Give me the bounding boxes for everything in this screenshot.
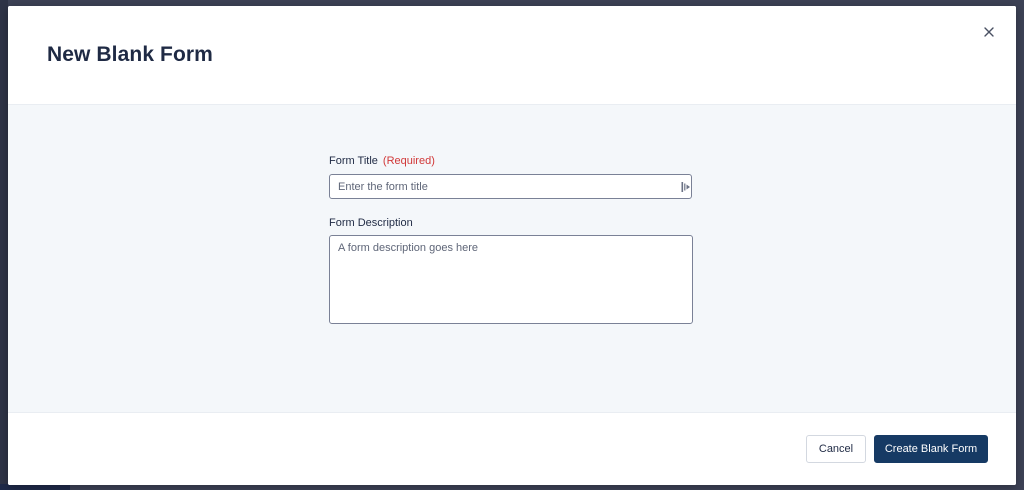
create-blank-form-button[interactable]: Create Blank Form (874, 435, 988, 463)
dialog-footer: Cancel Create Blank Form (8, 412, 1016, 485)
dialog-header: New Blank Form (8, 6, 1016, 105)
dialog-body: Form Title (Required) Form Description (8, 105, 1016, 412)
form-description-textarea[interactable] (329, 235, 693, 324)
close-button[interactable] (980, 23, 998, 41)
dialog-title: New Blank Form (47, 43, 213, 66)
page-backdrop (0, 0, 8, 490)
form-title-label: Form Title (Required) (329, 155, 435, 167)
cancel-button[interactable]: Cancel (806, 435, 866, 463)
new-blank-form-dialog: New Blank Form Form Title (Required) Form… (8, 6, 1016, 485)
close-icon (984, 27, 994, 37)
required-indicator: (Required) (382, 155, 435, 167)
password-manager-icon[interactable] (681, 181, 691, 193)
form-title-label-text: Form Title (329, 155, 378, 167)
form-title-input[interactable] (329, 174, 692, 199)
form-description-label: Form Description (329, 217, 413, 229)
